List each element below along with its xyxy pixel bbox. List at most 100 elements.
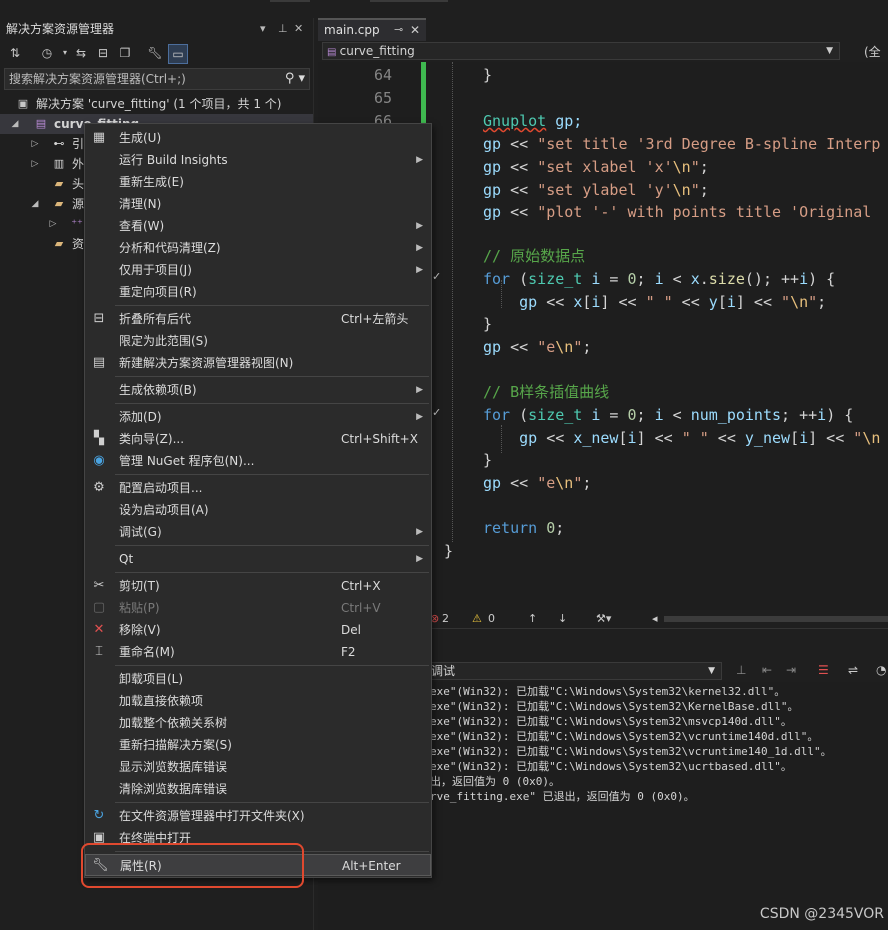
tree-item-label: 资 <box>72 237 85 251</box>
code-comment: // B样条插值曲线 <box>483 383 610 401</box>
sync-icon[interactable]: ⇆ <box>72 44 90 62</box>
menu-item-rescan[interactable]: 重新扫描解决方案(S) <box>85 734 431 756</box>
menu-item-open-in-explorer[interactable]: ↻ 在文件资源管理器中打开文件夹(X) <box>85 805 431 827</box>
brush-icon[interactable]: ⚒▾ <box>596 610 611 628</box>
menu-item-unload[interactable]: 卸载项目(L) <box>85 668 431 690</box>
menu-item-scope-to-this[interactable]: 限定为此范围(S) <box>85 330 431 352</box>
menu-label: 管理 NuGet 程序包(N)... <box>119 454 255 468</box>
collapsed-triangle-icon[interactable]: ▷ <box>30 154 40 174</box>
warning-icon[interactable]: ⚠ <box>472 610 482 628</box>
search-input[interactable]: 搜索解决方案资源管理器(Ctrl+;) ⚲ ▾ <box>4 68 310 90</box>
horizontal-scrollbar[interactable] <box>664 616 888 622</box>
preview-icon[interactable]: ▭ <box>168 44 188 64</box>
close-icon[interactable]: ✕ <box>410 20 420 40</box>
switch-views-icon[interactable]: ⇅ <box>6 44 24 62</box>
project-scope-dropdown[interactable]: ▤ curve_fitting ▼ <box>322 42 840 60</box>
menu-item-load-dep-tree[interactable]: 加载整个依赖关系树 <box>85 712 431 734</box>
search-icon[interactable]: ⚲ ▾ <box>285 69 305 89</box>
submenu-arrow-icon: ▶ <box>416 221 423 231</box>
tab-main-cpp[interactable]: main.cpp ⊸ ✕ <box>318 18 426 41</box>
menu-item-show-db-errors[interactable]: 显示浏览数据库错误 <box>85 756 431 778</box>
code-comment: // 原始数据点 <box>483 247 586 265</box>
folder-filter-icon: ▰ <box>54 197 64 210</box>
menu-item-class-wizard[interactable]: ▚ 类向导(Z)... Ctrl+Shift+X <box>85 428 431 450</box>
fold-check-icon[interactable]: ✓ <box>432 270 441 283</box>
menu-item-view[interactable]: 查看(W) ▶ <box>85 215 431 237</box>
menu-label: 重新生成(E) <box>119 175 184 189</box>
close-panel-button[interactable]: ✕ <box>294 18 303 40</box>
menu-item-rename[interactable]: ⌶ 重命名(M) F2 <box>85 641 431 663</box>
menu-label: 分析和代码清理(Z) <box>119 241 221 255</box>
tab-pin-icon[interactable]: ⊸ <box>394 20 403 40</box>
find-message-icon[interactable]: ⊥ <box>736 663 746 677</box>
word-wrap-icon[interactable]: ⇌ <box>848 663 858 677</box>
menu-item-nuget[interactable]: ◉ 管理 NuGet 程序包(N)... <box>85 450 431 472</box>
menu-label: 清除浏览数据库错误 <box>119 782 228 796</box>
menu-item-new-view[interactable]: ▤ 新建解决方案资源管理器视图(N) <box>85 352 431 374</box>
build-icon: ▦ <box>92 130 106 145</box>
menu-label: 移除(V) <box>119 623 161 637</box>
collapsed-triangle-icon[interactable]: ▷ <box>48 214 58 234</box>
menu-item-build-deps[interactable]: 生成依赖项(B) ▶ <box>85 379 431 401</box>
arrow-down-icon[interactable]: ↓ <box>558 610 567 628</box>
remove-icon: ✕ <box>93 622 105 637</box>
code-text: } <box>483 66 493 84</box>
solution-explorer-toolbar: ⇅ ◷ ▾ ⇆ ⊟ ❐ 🔧︎ ▭ <box>0 40 313 66</box>
submenu-arrow-icon: ▶ <box>416 527 423 537</box>
references-icon: ⊷ <box>53 137 65 150</box>
fold-check-icon[interactable]: ✓ <box>432 406 441 419</box>
folder-filter-icon: ▰ <box>54 177 64 190</box>
menu-label: 在文件资源管理器中打开文件夹(X) <box>119 809 305 823</box>
history-icon[interactable]: ◷ <box>38 44 56 62</box>
pin-button[interactable]: ⊥ <box>278 18 288 40</box>
scroll-left-icon[interactable]: ◂ <box>652 610 658 628</box>
menu-item-clean[interactable]: 清理(N) <box>85 193 431 215</box>
code-type: Gnuplot <box>483 112 547 130</box>
expand-triangle-icon[interactable]: ◢ <box>30 194 40 214</box>
next-message-icon[interactable]: ⇥ <box>786 663 796 677</box>
menu-item-configure-startup[interactable]: ⚙ 配置启动项目... <box>85 477 431 499</box>
prev-message-icon[interactable]: ⇤ <box>762 663 772 677</box>
expand-triangle-icon[interactable]: ◢ <box>10 114 20 134</box>
menu-item-add[interactable]: 添加(D) ▶ <box>85 406 431 428</box>
menu-label: 设为启动项目(A) <box>119 503 209 517</box>
submenu-arrow-icon: ▶ <box>416 554 423 564</box>
menu-item-set-startup[interactable]: 设为启动项目(A) <box>85 499 431 521</box>
properties-wrench-icon[interactable]: 🔧︎ <box>146 44 164 62</box>
indent-guide <box>452 62 453 542</box>
rename-icon: ⌶ <box>95 644 103 659</box>
chevron-down-icon: ▼ <box>708 666 715 676</box>
menu-item-build-insights[interactable]: 运行 Build Insights ▶ <box>85 149 431 171</box>
code-line: gp << "set title '3rd Degree B-spline In… <box>483 135 881 153</box>
menu-item-retarget[interactable]: 重定向项目(R) <box>85 281 431 303</box>
menu-item-debug[interactable]: 调试(G) ▶ <box>85 521 431 543</box>
menu-shortcut: Ctrl+Shift+X <box>341 432 418 446</box>
code-keyword: return <box>483 519 538 537</box>
menu-item-qt[interactable]: Qt ▶ <box>85 548 431 570</box>
arrow-up-icon[interactable]: ↑ <box>528 610 537 628</box>
toggle-icon[interactable]: ◔ <box>876 663 886 677</box>
context-menu: ▦ 生成(U) 运行 Build Insights ▶ 重新生成(E) 清理(N) … <box>84 123 432 878</box>
clear-all-icon[interactable]: ☰ <box>818 663 829 677</box>
menu-item-collapse-all[interactable]: ⊟ 折叠所有后代 Ctrl+左箭头 <box>85 308 431 330</box>
collapsed-triangle-icon[interactable]: ▷ <box>30 134 40 154</box>
menu-item-cut[interactable]: ✂ 剪切(T) Ctrl+X <box>85 575 431 597</box>
folder-filter-icon: ▰ <box>54 237 64 250</box>
menu-label: 类向导(Z)... <box>119 432 185 446</box>
menu-item-load-direct-deps[interactable]: 加载直接依赖项 <box>85 690 431 712</box>
solution-icon: ▣ <box>17 97 29 110</box>
collapse-all-icon[interactable]: ⊟ <box>94 44 112 62</box>
show-all-files-icon[interactable]: ❐ <box>116 44 134 62</box>
menu-item-rebuild[interactable]: 重新生成(E) <box>85 171 431 193</box>
tree-solution-node[interactable]: ▣ 解决方案 'curve_fitting' (1 个项目，共 1 个) <box>0 94 313 114</box>
menu-item-build[interactable]: ▦ 生成(U) <box>85 127 431 149</box>
menu-item-project-only[interactable]: 仅用于项目(J) ▶ <box>85 259 431 281</box>
code-string: "set title '3rd Degree B-spline Interp <box>537 135 881 153</box>
menu-item-clear-db-errors[interactable]: 清除浏览数据库错误 <box>85 778 431 800</box>
menu-item-analyze[interactable]: 分析和代码清理(Z) ▶ <box>85 237 431 259</box>
gear-icon: ⚙ <box>93 480 105 495</box>
menu-item-remove[interactable]: ✕ 移除(V) Del <box>85 619 431 641</box>
panel-title: 解决方案资源管理器 <box>6 22 115 36</box>
warning-count: 0 <box>488 612 495 625</box>
panel-dropdown-button[interactable]: ▾ <box>260 18 266 40</box>
